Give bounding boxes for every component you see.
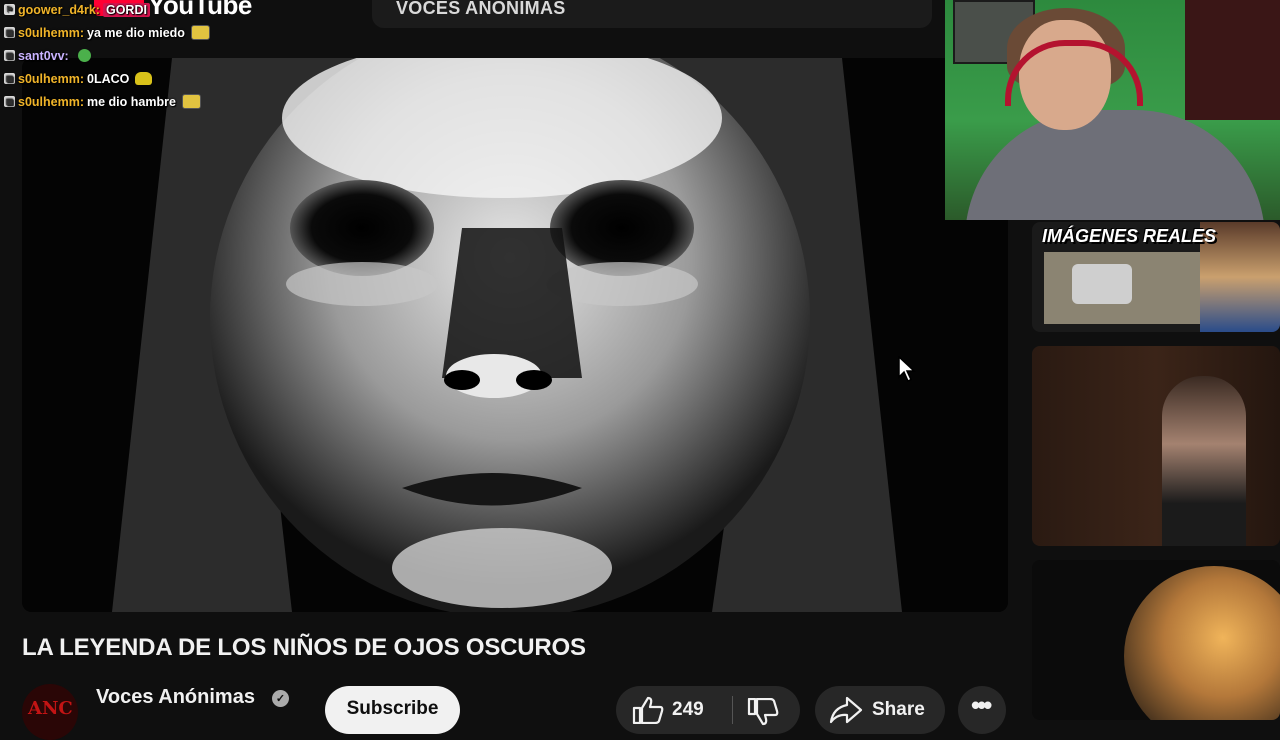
chat-badge-icon: ▦	[4, 96, 15, 107]
chat-text: me dio hambre	[87, 94, 176, 109]
avatar-text: ANC	[28, 698, 73, 719]
like-dislike-group: 249	[616, 686, 800, 734]
recommended-video-thumbnail[interactable]	[1032, 346, 1280, 546]
chat-message: ⚑ goower_d4rk: GORDI	[4, 0, 210, 21]
chat-badge-icon: ▦	[4, 73, 15, 84]
chat-text: GORDI	[102, 2, 150, 17]
chat-username: sant0vv:	[18, 48, 69, 63]
subscribe-button[interactable]: Subscribe	[325, 686, 460, 734]
browser-tab-title: VOCES ANÓNIMAS	[396, 0, 566, 18]
chat-text: ya me dio miedo	[87, 25, 185, 40]
thumbs-down-icon	[747, 698, 779, 726]
video-title: LA LEYENDA DE LOS NIÑOS DE OJOS OSCUROS	[22, 634, 586, 661]
car-emote-icon	[135, 72, 153, 85]
recommended-video-thumbnail[interactable]	[1032, 560, 1280, 720]
thumbnail-person	[1162, 376, 1246, 546]
chat-message: ▦ s0ulhemm: ya me dio miedo	[4, 21, 210, 44]
pot-image	[1072, 264, 1132, 304]
share-button[interactable]: Share	[815, 686, 945, 734]
chat-message: ▦ s0ulhemm: me dio hambre	[4, 90, 210, 113]
face-emote-icon	[190, 25, 210, 40]
thumbnail-overlay-text: IMÁGENES REALES	[1042, 226, 1217, 246]
chat-message: ▦ s0ulhemm: 0LACO	[4, 67, 210, 90]
streamer-webcam	[945, 0, 1280, 220]
stream-chat-overlay: ⚑ goower_d4rk: GORDI ▦ s0ulhemm: ya me d…	[4, 0, 210, 113]
chat-badge-icon: ⚑	[4, 4, 15, 15]
recommended-video-thumbnail[interactable]: IMÁGENES REALES	[1032, 222, 1280, 332]
chat-badge-icon: ▦	[4, 27, 15, 38]
verified-check-icon: ✓	[272, 690, 289, 707]
chat-badge-icon: ▦	[4, 50, 15, 61]
browser-tab[interactable]: VOCES ANÓNIMAS	[372, 0, 932, 28]
chat-username: s0ulhemm:	[18, 71, 84, 86]
chat-username: goower_d4rk:	[18, 2, 100, 17]
chat-username: s0ulhemm:	[18, 94, 84, 109]
face-emote-icon	[181, 94, 201, 109]
video-frame	[22, 58, 1008, 612]
more-actions-button[interactable]: •••	[958, 686, 1006, 734]
dislike-button[interactable]	[733, 686, 800, 734]
background-shelf	[1185, 0, 1280, 120]
more-dots-icon: •••	[971, 690, 992, 720]
mouse-cursor-icon	[898, 356, 916, 382]
chat-username: s0ulhemm:	[18, 25, 84, 40]
subscribe-label: Subscribe	[346, 698, 439, 719]
thumbnail-image	[1124, 566, 1280, 720]
channel-avatar[interactable]: ANC	[22, 684, 78, 740]
share-label: Share	[872, 699, 925, 720]
video-player[interactable]	[22, 58, 1008, 612]
like-button[interactable]: 249	[616, 686, 732, 734]
frog-emote-icon	[77, 49, 91, 62]
chat-message: ▦ sant0vv:	[4, 44, 210, 67]
channel-name-link[interactable]: Voces Anónimas	[96, 686, 255, 709]
streamer-shirt	[965, 110, 1265, 220]
chat-text: 0LACO	[87, 71, 130, 86]
like-count: 249	[672, 699, 704, 720]
